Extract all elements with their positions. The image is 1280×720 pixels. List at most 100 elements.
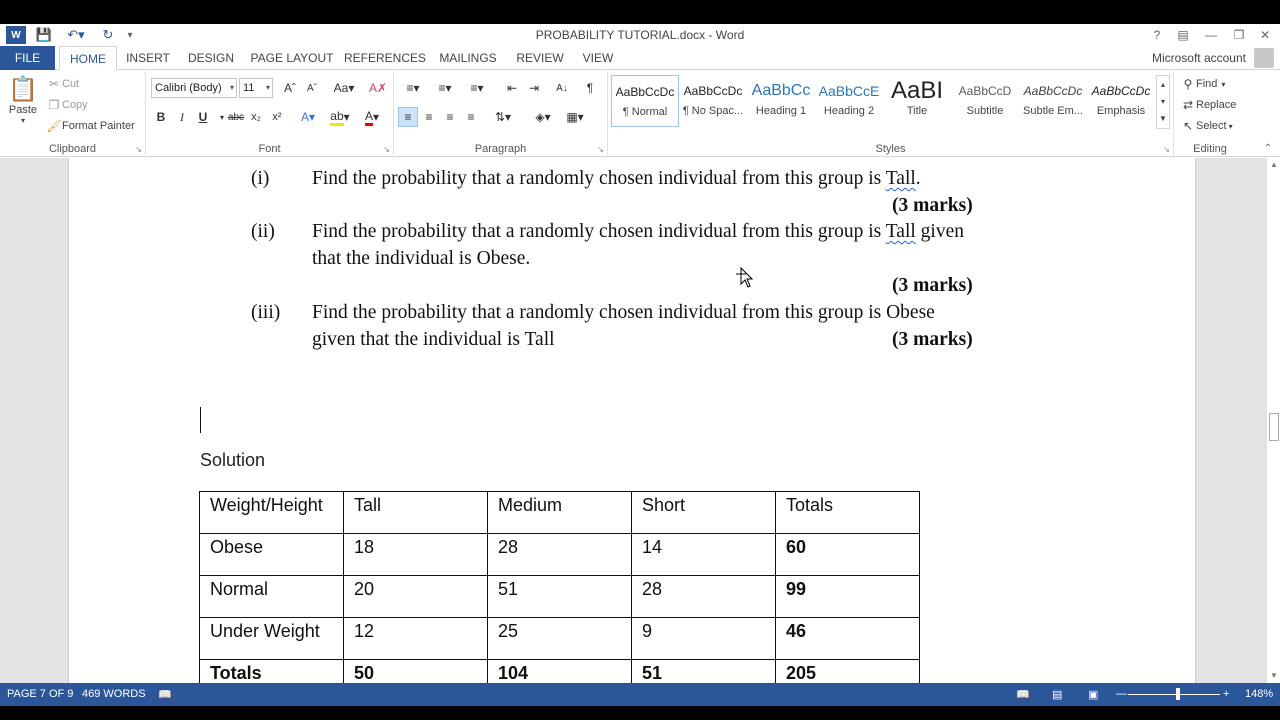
table-cell[interactable]: Weight/Height [199, 491, 344, 534]
style-title[interactable]: AaBI Title [883, 75, 951, 127]
table-cell[interactable]: Medium [487, 491, 632, 534]
replace-button[interactable]: ⇄ Replace [1180, 98, 1236, 112]
table-cell[interactable]: Totals [775, 491, 920, 534]
table-cell[interactable]: 104 [487, 659, 632, 683]
table-cell[interactable]: Short [631, 491, 776, 534]
strikethrough-icon[interactable]: abc [226, 107, 246, 127]
style-subtitle[interactable]: AaBbCcD Subtitle [951, 75, 1019, 127]
table-cell[interactable]: 9 [631, 617, 776, 660]
tab-home[interactable]: HOME [59, 46, 117, 71]
select-button[interactable]: ↖ Select ▾ [1180, 119, 1233, 133]
copy-button[interactable]: ❐ Copy [46, 98, 88, 112]
cut-button[interactable]: ✂ Cut [46, 77, 79, 91]
decrease-indent-icon[interactable]: ⇤ [502, 78, 522, 98]
style-heading-1[interactable]: AaBbCc Heading 1 [747, 75, 815, 127]
multilevel-list-icon[interactable]: ≡▾ [462, 78, 492, 98]
scroll-down-icon[interactable]: ▼ [1267, 669, 1280, 683]
table-cell[interactable]: 60 [775, 533, 920, 576]
zoom-in-icon[interactable]: + [1223, 688, 1229, 700]
table-cell[interactable]: Totals [199, 659, 344, 683]
bullets-icon[interactable]: ≡▾ [398, 78, 428, 98]
find-button[interactable]: ⚲ Find ▾ [1180, 77, 1226, 91]
styles-launcher-icon[interactable]: ↘ [1163, 145, 1170, 154]
clipboard-launcher-icon[interactable]: ↘ [135, 145, 142, 154]
proofing-icon[interactable]: 📖 [158, 688, 172, 701]
tab-review[interactable]: REVIEW [512, 46, 568, 70]
spelling-flagged-word[interactable]: Tall [886, 221, 916, 242]
scroll-thumb[interactable] [1269, 413, 1279, 441]
change-case-icon[interactable]: Aa▾ [330, 78, 358, 98]
collapse-ribbon-icon[interactable]: ⌃ [1264, 143, 1272, 154]
borders-icon[interactable]: ▦▾ [560, 107, 590, 127]
underline-icon[interactable]: U [193, 107, 213, 127]
table-cell[interactable]: 20 [343, 575, 488, 618]
align-left-icon[interactable]: ≡ [398, 107, 418, 127]
tab-insert[interactable]: INSERT [122, 46, 174, 70]
shrink-font-icon[interactable]: Aˇ [302, 78, 322, 98]
line-spacing-icon[interactable]: ⇅▾ [488, 107, 518, 127]
style-subtle-emphasis[interactable]: AaBbCcDc Subtle Em... [1019, 75, 1087, 127]
table-cell[interactable]: 18 [343, 533, 488, 576]
chevron-up-icon[interactable]: ▴ [1157, 76, 1169, 93]
font-color-icon[interactable]: A ▾ [358, 107, 386, 127]
bold-icon[interactable]: B [151, 107, 171, 127]
zoom-slider-thumb[interactable] [1176, 688, 1180, 700]
highlight-color-icon[interactable]: ab ▾ [326, 107, 354, 127]
minimize-button[interactable]: — [1200, 26, 1222, 44]
read-mode-icon[interactable]: 📖 [1016, 688, 1030, 701]
paragraph-launcher-icon[interactable]: ↘ [597, 145, 604, 154]
style-normal[interactable]: AaBbCcDc ¶ Normal [611, 75, 679, 127]
numbering-icon[interactable]: ≡▾ [430, 78, 460, 98]
styles-gallery-scroll[interactable]: ▴ ▾ ▼ [1156, 75, 1170, 129]
table-cell[interactable]: Under Weight [199, 617, 344, 660]
table-cell[interactable]: 50 [343, 659, 488, 683]
web-layout-icon[interactable]: ▣ [1088, 688, 1098, 701]
subscript-icon[interactable]: x₂ [246, 107, 266, 127]
scroll-up-icon[interactable]: ▲ [1267, 158, 1280, 172]
table-cell[interactable]: 12 [343, 617, 488, 660]
text-effects-icon[interactable]: A▾ [294, 107, 322, 127]
chevron-down-icon[interactable]: ▾ [1157, 93, 1169, 110]
vertical-scrollbar[interactable]: ▲ ▼ [1266, 158, 1280, 683]
increase-indent-icon[interactable]: ⇥ [524, 78, 544, 98]
table-cell[interactable]: 28 [631, 575, 776, 618]
table-cell[interactable]: Tall [343, 491, 488, 534]
document-page[interactable]: (i) Find the probability that a randomly… [68, 158, 1196, 683]
zoom-out-icon[interactable]: — [1116, 688, 1127, 700]
tab-view[interactable]: VIEW [576, 46, 620, 70]
help-button[interactable]: ? [1146, 26, 1168, 44]
document-area[interactable]: (i) Find the probability that a randomly… [0, 158, 1266, 683]
table-cell[interactable]: 51 [487, 575, 632, 618]
word-count[interactable]: 469 WORDS [82, 688, 146, 700]
tab-references[interactable]: REFERENCES [344, 46, 426, 70]
clear-formatting-icon[interactable]: A✗ [368, 78, 388, 98]
account-name[interactable]: Microsoft account [1152, 51, 1246, 65]
table-cell[interactable]: 14 [631, 533, 776, 576]
tab-file[interactable]: FILE [0, 46, 55, 70]
table-cell[interactable]: 25 [487, 617, 632, 660]
shading-icon[interactable]: ◈▾ [528, 107, 558, 127]
table-cell[interactable]: Normal [199, 575, 344, 618]
ribbon-display-options-icon[interactable]: ▤ [1172, 26, 1194, 44]
show-formatting-icon[interactable]: ¶ [580, 78, 600, 98]
sort-icon[interactable]: A↓ [552, 78, 572, 98]
table-cell[interactable]: 99 [775, 575, 920, 618]
page-count[interactable]: PAGE 7 OF 9 [7, 688, 73, 700]
format-painter-button[interactable]: 🖌 Format Painter [46, 119, 134, 133]
style-no-spacing[interactable]: AaBbCcDc ¶ No Spac... [679, 75, 747, 127]
print-layout-icon[interactable]: ▤ [1052, 688, 1062, 701]
paste-button[interactable]: 📋 Paste ▾ [6, 75, 40, 135]
frequency-table[interactable]: Weight/Height Tall Medium Short Totals O… [199, 491, 920, 683]
avatar[interactable] [1254, 48, 1274, 68]
grow-font-icon[interactable]: Aˆ [280, 78, 300, 98]
superscript-icon[interactable]: x² [267, 107, 287, 127]
style-heading-2[interactable]: AaBbCcE Heading 2 [815, 75, 883, 127]
more-icon[interactable]: ▼ [1157, 110, 1169, 127]
zoom-level[interactable]: 148% [1245, 688, 1273, 700]
tab-page-layout[interactable]: PAGE LAYOUT [248, 46, 336, 70]
table-cell[interactable]: 46 [775, 617, 920, 660]
tab-design[interactable]: DESIGN [182, 46, 240, 70]
restore-button[interactable]: ❐ [1228, 26, 1250, 44]
tab-mailings[interactable]: MAILINGS [434, 46, 502, 70]
table-cell[interactable]: Obese [199, 533, 344, 576]
